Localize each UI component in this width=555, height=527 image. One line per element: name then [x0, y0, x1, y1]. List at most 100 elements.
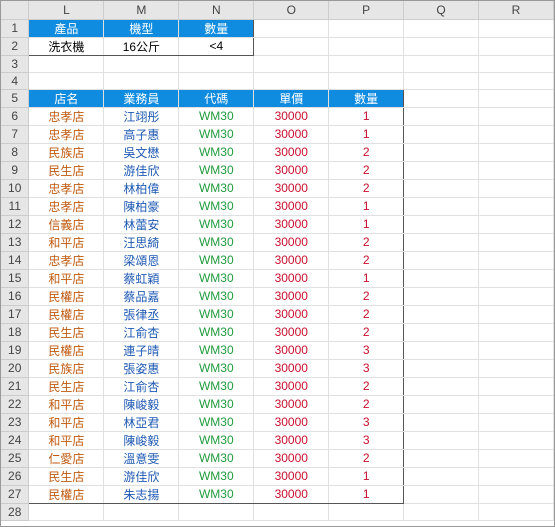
table-header-code[interactable]: 代碼 — [179, 89, 254, 107]
cell-price[interactable]: 30000 — [254, 413, 329, 431]
cell-store[interactable]: 民權店 — [29, 287, 104, 305]
cell-qty[interactable]: 1 — [329, 269, 404, 287]
cell[interactable] — [404, 449, 479, 467]
cell-price[interactable]: 30000 — [254, 107, 329, 125]
criteria-header-model[interactable]: 機型 — [104, 19, 179, 37]
col-head-N[interactable]: N — [179, 1, 254, 19]
table-header-price[interactable]: 單價 — [254, 89, 329, 107]
cell-qty[interactable]: 1 — [329, 485, 404, 503]
cell-price[interactable]: 30000 — [254, 197, 329, 215]
cell-agent[interactable]: 朱志揚 — [104, 485, 179, 503]
cell[interactable] — [479, 413, 554, 431]
cell[interactable] — [29, 503, 104, 520]
cell[interactable] — [329, 19, 404, 37]
cell[interactable] — [404, 55, 479, 72]
cell[interactable] — [479, 233, 554, 251]
select-all-corner[interactable] — [1, 1, 29, 19]
row-head[interactable]: 8 — [1, 143, 29, 161]
row-head[interactable]: 20 — [1, 359, 29, 377]
cell-price[interactable]: 30000 — [254, 287, 329, 305]
row-head[interactable]: 16 — [1, 287, 29, 305]
cell[interactable] — [254, 55, 329, 72]
cell-qty[interactable]: 2 — [329, 377, 404, 395]
cell-code[interactable]: WM30 — [179, 449, 254, 467]
row-head[interactable]: 19 — [1, 341, 29, 359]
cell[interactable] — [329, 55, 404, 72]
cell-code[interactable]: WM30 — [179, 251, 254, 269]
cell-agent[interactable]: 張姿惠 — [104, 359, 179, 377]
row-head[interactable]: 5 — [1, 89, 29, 107]
row-head[interactable]: 24 — [1, 431, 29, 449]
cell[interactable] — [404, 395, 479, 413]
cell-agent[interactable]: 江俞杏 — [104, 377, 179, 395]
cell-qty[interactable]: 2 — [329, 233, 404, 251]
cell-agent[interactable]: 游佳欣 — [104, 467, 179, 485]
row-head[interactable]: 1 — [1, 19, 29, 37]
cell-price[interactable]: 30000 — [254, 485, 329, 503]
cell[interactable] — [479, 37, 554, 55]
col-head-L[interactable]: L — [29, 1, 104, 19]
cell[interactable] — [479, 377, 554, 395]
cell-store[interactable]: 民權店 — [29, 341, 104, 359]
cell-price[interactable]: 30000 — [254, 395, 329, 413]
cell[interactable] — [254, 503, 329, 520]
cell-store[interactable]: 民族店 — [29, 143, 104, 161]
criteria-model[interactable]: 16公斤 — [104, 37, 179, 55]
cell[interactable] — [254, 72, 329, 89]
cell-store[interactable]: 忠孝店 — [29, 107, 104, 125]
cell[interactable] — [404, 359, 479, 377]
cell-qty[interactable]: 1 — [329, 197, 404, 215]
row-head[interactable]: 25 — [1, 449, 29, 467]
col-head-P[interactable]: P — [329, 1, 404, 19]
col-head-O[interactable]: O — [254, 1, 329, 19]
cell-qty[interactable]: 1 — [329, 107, 404, 125]
criteria-product[interactable]: 洗衣機 — [29, 37, 104, 55]
cell[interactable] — [29, 72, 104, 89]
cell-store[interactable]: 和平店 — [29, 233, 104, 251]
cell-code[interactable]: WM30 — [179, 107, 254, 125]
table-header-store[interactable]: 店名 — [29, 89, 104, 107]
cell[interactable] — [329, 37, 404, 55]
cell-agent[interactable]: 溫意雯 — [104, 449, 179, 467]
cell[interactable] — [404, 431, 479, 449]
row-head[interactable]: 13 — [1, 233, 29, 251]
cell[interactable] — [404, 233, 479, 251]
cell[interactable] — [479, 485, 554, 503]
cell[interactable] — [404, 287, 479, 305]
cell-price[interactable]: 30000 — [254, 359, 329, 377]
cell-code[interactable]: WM30 — [179, 179, 254, 197]
cell-agent[interactable]: 吳文懋 — [104, 143, 179, 161]
cell-qty[interactable]: 2 — [329, 251, 404, 269]
cell[interactable] — [179, 55, 254, 72]
cell[interactable] — [404, 503, 479, 520]
cell[interactable] — [404, 467, 479, 485]
cell-qty[interactable]: 1 — [329, 215, 404, 233]
cell-store[interactable]: 忠孝店 — [29, 179, 104, 197]
cell-price[interactable]: 30000 — [254, 449, 329, 467]
cell[interactable] — [479, 107, 554, 125]
cell-qty[interactable]: 1 — [329, 125, 404, 143]
cell[interactable] — [479, 449, 554, 467]
cell-price[interactable]: 30000 — [254, 377, 329, 395]
cell-qty[interactable]: 2 — [329, 287, 404, 305]
cell-qty[interactable]: 3 — [329, 413, 404, 431]
cell[interactable] — [404, 377, 479, 395]
row-head[interactable]: 17 — [1, 305, 29, 323]
cell[interactable] — [404, 485, 479, 503]
cell[interactable] — [104, 72, 179, 89]
cell-agent[interactable]: 游佳欣 — [104, 161, 179, 179]
cell-code[interactable]: WM30 — [179, 377, 254, 395]
cell-qty[interactable]: 2 — [329, 143, 404, 161]
row-head[interactable]: 10 — [1, 179, 29, 197]
cell[interactable] — [404, 107, 479, 125]
cell-agent[interactable]: 張律丞 — [104, 305, 179, 323]
cell-code[interactable]: WM30 — [179, 215, 254, 233]
cell[interactable] — [404, 197, 479, 215]
row-head[interactable]: 21 — [1, 377, 29, 395]
criteria-qty[interactable]: <4 — [179, 37, 254, 55]
cell-store[interactable]: 忠孝店 — [29, 251, 104, 269]
row-head[interactable]: 6 — [1, 107, 29, 125]
cell-agent[interactable]: 林亞君 — [104, 413, 179, 431]
cell-agent[interactable]: 梁頌恩 — [104, 251, 179, 269]
cell-qty[interactable]: 3 — [329, 431, 404, 449]
